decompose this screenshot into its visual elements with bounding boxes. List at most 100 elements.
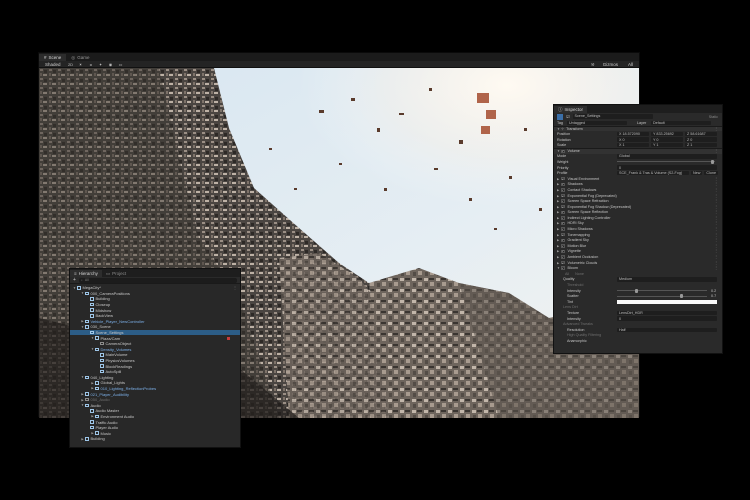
scatter-slider[interactable]: [617, 294, 707, 299]
shading-mode-dropdown[interactable]: Shaded: [42, 62, 64, 67]
weight-slider[interactable]: [617, 159, 715, 164]
resolution-dropdown[interactable]: Half: [617, 327, 717, 332]
audio-icon[interactable]: ◂: [88, 62, 94, 67]
hierarchy-search-input[interactable]: ⌕ All: [78, 277, 237, 283]
override-enabled-checkbox[interactable]: ✓: [561, 210, 565, 214]
override-enabled-checkbox[interactable]: ✓: [561, 238, 565, 242]
override-enabled-checkbox[interactable]: ✓: [561, 233, 565, 237]
scale-y-field[interactable]: Y 1: [651, 142, 683, 148]
scale-z-field[interactable]: Z 1: [685, 142, 717, 148]
all-button[interactable]: All: [565, 272, 569, 276]
camera-icon[interactable]: ▭: [118, 62, 124, 67]
lighting-icon[interactable]: ☀: [78, 62, 84, 67]
new-profile-button[interactable]: New: [691, 170, 703, 176]
priority-field[interactable]: 0: [617, 165, 717, 170]
gizmos-dropdown[interactable]: Gizmos: [600, 62, 621, 67]
gameobject-icon: [90, 409, 94, 413]
override-menu-icon[interactable]: ⋮: [714, 261, 718, 265]
tag-dropdown[interactable]: Untagged: [567, 120, 627, 125]
override-menu-icon[interactable]: ⋮: [714, 182, 718, 186]
override-enabled-checkbox[interactable]: ✓: [561, 244, 565, 248]
tab-hierarchy[interactable]: ≡ Hierarchy: [70, 270, 102, 277]
override-enabled-checkbox[interactable]: ✓: [561, 227, 565, 231]
search-icon: ⌕: [80, 278, 83, 282]
override-enabled-checkbox[interactable]: ✓: [561, 266, 565, 270]
override-enabled-checkbox[interactable]: ✓: [561, 205, 565, 209]
scatter-label: Scatter: [567, 294, 579, 299]
tree-item-label: BlockReadings: [105, 363, 133, 369]
intensity-slider-knob[interactable]: [635, 288, 638, 293]
object-header: ✓ Scene_Settings Static: [554, 113, 722, 120]
texture-field[interactable]: LensDirt_HDR: [617, 310, 717, 316]
override-menu-icon[interactable]: ⋮: [714, 249, 718, 253]
view-2d-toggle[interactable]: 2D: [68, 62, 74, 67]
override-menu-icon[interactable]: ⋮: [714, 238, 718, 242]
position-y-field[interactable]: Y 833.25692: [651, 131, 683, 137]
add-object-button[interactable]: +: [73, 277, 76, 283]
tab-project[interactable]: ▭ Project: [102, 270, 130, 277]
position-label: Position: [557, 131, 571, 136]
mode-dropdown[interactable]: Global: [617, 154, 717, 159]
tools-icon[interactable]: ⚒: [590, 62, 596, 67]
override-enabled-checkbox[interactable]: ✓: [561, 194, 565, 198]
tree-item-label: BackView: [95, 313, 114, 319]
override-menu-icon[interactable]: ⋮: [714, 233, 718, 237]
more-icon[interactable]: ⋮: [233, 285, 237, 290]
scale-label: Scale: [557, 143, 567, 148]
tab-game[interactable]: ◎ Game: [66, 54, 94, 61]
override-enabled-checkbox[interactable]: ✓: [561, 261, 565, 265]
gameobject-icon: [90, 425, 94, 430]
tree-item-label: Closeup: [95, 302, 111, 308]
profile-field[interactable]: SCE_Frank & Tras & Volume (S2-Fog): [617, 170, 689, 176]
hidden-objects-icon[interactable]: ◉: [108, 62, 114, 67]
override-enabled-checkbox[interactable]: ✓: [561, 216, 565, 220]
effects-icon[interactable]: ✦: [98, 62, 104, 67]
scale-x-field[interactable]: X 1: [617, 142, 649, 148]
active-checkbox[interactable]: ✓: [566, 115, 570, 119]
override-enabled-checkbox[interactable]: ✓: [561, 177, 565, 181]
tab-scene[interactable]: # Scene: [39, 54, 67, 61]
static-toggle-label[interactable]: Static: [709, 115, 718, 119]
override-menu-icon[interactable]: ⋮: [714, 227, 718, 231]
override-menu-icon[interactable]: ⋮: [714, 255, 718, 259]
position-x-field[interactable]: X 18.572090: [617, 131, 649, 137]
override-menu-icon[interactable]: ⋮: [714, 221, 718, 225]
layer-dropdown[interactable]: Default: [651, 120, 711, 125]
override-enabled-checkbox[interactable]: ✓: [561, 182, 565, 186]
override-menu-icon[interactable]: ⋮: [714, 244, 718, 248]
position-z-field[interactable]: Z 58.61687: [685, 131, 717, 137]
override-enabled-checkbox[interactable]: ✓: [561, 255, 565, 259]
rotation-y-field[interactable]: Y 0: [651, 137, 683, 142]
override-menu-icon[interactable]: ⋮: [714, 188, 718, 192]
quality-dropdown[interactable]: Medium: [617, 277, 717, 282]
override-menu-icon[interactable]: ⋮: [714, 194, 718, 198]
tree-item-label: Global_Lights: [100, 380, 125, 386]
rotation-z-field[interactable]: Z 0: [685, 137, 717, 142]
override-menu-icon[interactable]: ⋮: [714, 177, 718, 181]
scatter-value[interactable]: 0.7: [711, 294, 719, 298]
volume-enabled-checkbox[interactable]: ✓: [561, 149, 565, 153]
scene-search-dropdown[interactable]: All: [625, 62, 636, 67]
scatter-slider-knob[interactable]: [680, 294, 683, 299]
override-menu-icon[interactable]: ⋮: [714, 266, 718, 270]
override-enabled-checkbox[interactable]: ✓: [561, 249, 565, 253]
override-enabled-checkbox[interactable]: ✓: [561, 221, 565, 225]
override-menu-icon[interactable]: ⋮: [714, 216, 718, 220]
lens-intensity-field[interactable]: 0: [617, 316, 717, 321]
weight-label: Weight: [557, 159, 569, 164]
override-menu-icon[interactable]: ⋮: [714, 205, 718, 209]
tab-inspector[interactable]: ⓘ Inspector: [554, 106, 588, 113]
override-enabled-checkbox[interactable]: ✓: [561, 199, 565, 203]
object-name-field[interactable]: Scene_Settings: [572, 114, 653, 119]
tint-color-swatch[interactable]: [617, 299, 717, 304]
override-enabled-checkbox[interactable]: ✓: [561, 188, 565, 192]
none-button[interactable]: None: [575, 272, 584, 276]
intensity-slider[interactable]: [617, 288, 707, 293]
override-menu-icon[interactable]: ⋮: [714, 199, 718, 203]
intensity-value[interactable]: 0.2: [711, 289, 719, 293]
tree-item[interactable]: ▶ Building: [70, 436, 240, 442]
override-menu-icon[interactable]: ⋮: [714, 210, 718, 214]
clone-profile-button[interactable]: Clone: [704, 170, 719, 176]
weight-slider-knob[interactable]: [711, 159, 715, 164]
rotation-x-field[interactable]: X 0: [617, 137, 649, 142]
